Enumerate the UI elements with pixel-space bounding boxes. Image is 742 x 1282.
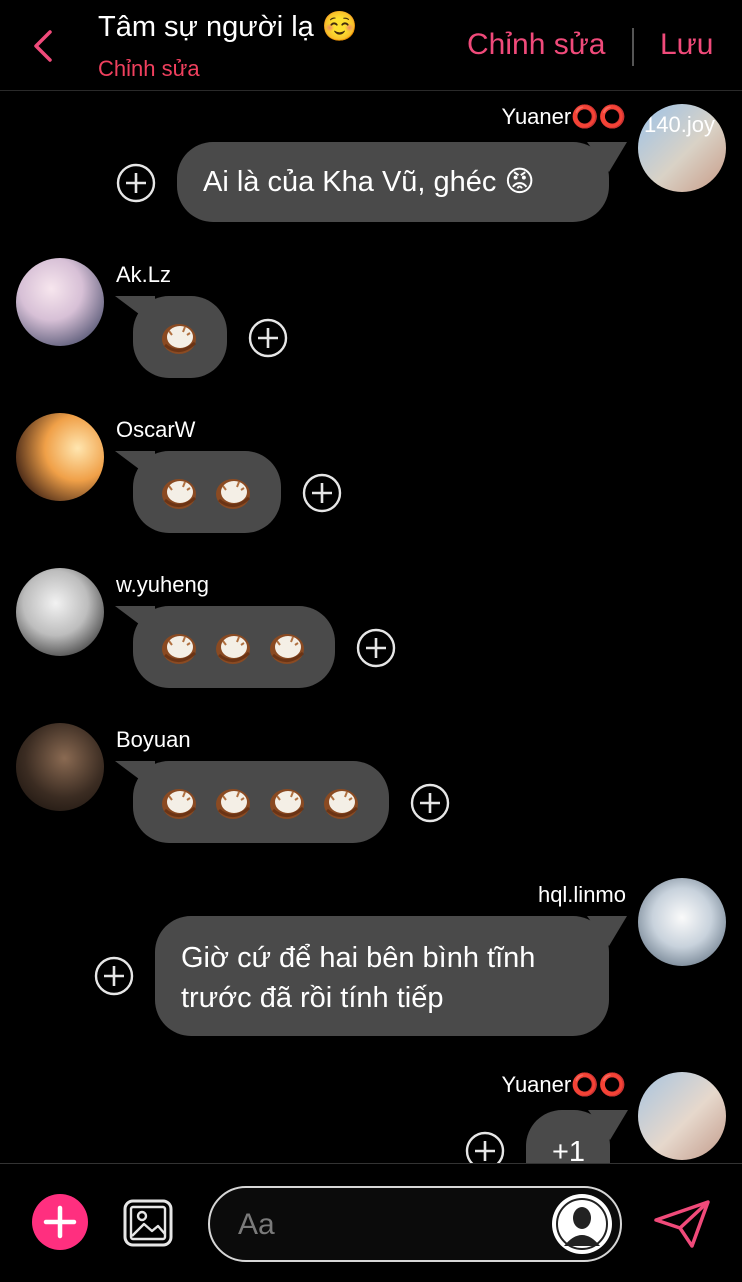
avatar-tag: 140.joy	[644, 112, 715, 137]
coconut-emoji	[213, 782, 253, 822]
save-button[interactable]: Lưu	[660, 28, 713, 62]
message-bubble[interactable]	[115, 761, 389, 843]
avatar[interactable]	[16, 258, 104, 346]
coconut-emoji	[321, 782, 361, 822]
message-text-line: trước đã rồi tính tiếp	[181, 982, 444, 1014]
page-title: Tâm sự người lạ ☺️	[98, 11, 358, 43]
edit-button[interactable]: Chỉnh sửa	[467, 28, 606, 62]
sender-name: OscarW	[116, 417, 196, 442]
coconut-emoji	[159, 782, 199, 822]
coconut-emoji	[159, 317, 199, 357]
avatar[interactable]	[16, 413, 104, 501]
composer-bar	[0, 1163, 742, 1282]
chat-header: Tâm sự người lạ ☺️ Chỉnh sửa Chỉnh sửa L…	[0, 0, 742, 91]
bubble-tail	[587, 916, 627, 946]
page-subtitle[interactable]: Chỉnh sửa	[98, 56, 200, 82]
coconut-emoji	[267, 782, 307, 822]
coconut-emoji	[267, 627, 307, 667]
image-icon[interactable]	[122, 1198, 174, 1248]
message-bubble[interactable]	[115, 451, 281, 533]
sender-name: Ak.Lz	[116, 262, 172, 287]
message-text: Ai là của Kha Vũ, ghéc 😡	[203, 166, 535, 198]
avatar[interactable]	[16, 568, 104, 656]
coconut-emoji	[159, 627, 199, 667]
header-divider	[632, 28, 634, 66]
message-bubble[interactable]: Giờ cứ để hai bên bình tĩnh trước đã rồi…	[155, 916, 627, 1036]
avatar[interactable]	[638, 1072, 726, 1160]
add-reaction-button[interactable]	[94, 956, 134, 996]
avatar[interactable]: 140.joy	[638, 104, 726, 192]
add-reaction-button[interactable]	[410, 783, 450, 823]
add-reaction-button[interactable]	[302, 473, 342, 513]
bubble-tail	[115, 296, 155, 326]
user-avatar[interactable]	[552, 1194, 612, 1254]
sender-name: hql.linmo	[537, 882, 626, 907]
avatar[interactable]	[16, 723, 104, 811]
message-field[interactable]	[208, 1186, 622, 1262]
message-bubble[interactable]: +1	[526, 1110, 628, 1168]
chevron-left-icon[interactable]	[28, 24, 60, 68]
bubble-tail	[115, 761, 155, 791]
add-reaction-button[interactable]	[116, 163, 156, 203]
message-input[interactable]	[236, 1202, 540, 1248]
message-bubble[interactable]: Ai là của Kha Vũ, ghéc 😡	[177, 142, 627, 222]
bubble-tail	[587, 142, 627, 172]
message-bubble[interactable]	[115, 296, 227, 378]
person-icon	[553, 1195, 611, 1253]
sender-name: Boyuan	[116, 727, 191, 752]
sender-name: Yuaner⭕⭕	[501, 1072, 626, 1097]
message-text-line: Giờ cứ để hai bên bình tĩnh	[181, 942, 536, 974]
avatar[interactable]	[638, 878, 726, 966]
send-icon[interactable]	[652, 1198, 712, 1250]
add-reaction-button[interactable]	[356, 628, 396, 668]
coconut-emoji	[213, 627, 253, 667]
sender-name: w.yuheng	[116, 572, 209, 597]
coconut-emoji	[213, 472, 253, 512]
sender-name: Yuaner⭕⭕	[501, 104, 626, 129]
bubble-tail	[588, 1110, 628, 1140]
add-reaction-button[interactable]	[248, 318, 288, 358]
coconut-emoji	[159, 472, 199, 512]
bubble-tail	[115, 451, 155, 481]
message-bubble[interactable]	[115, 606, 335, 688]
bubble-tail	[115, 606, 155, 636]
plus-icon[interactable]	[32, 1194, 88, 1250]
